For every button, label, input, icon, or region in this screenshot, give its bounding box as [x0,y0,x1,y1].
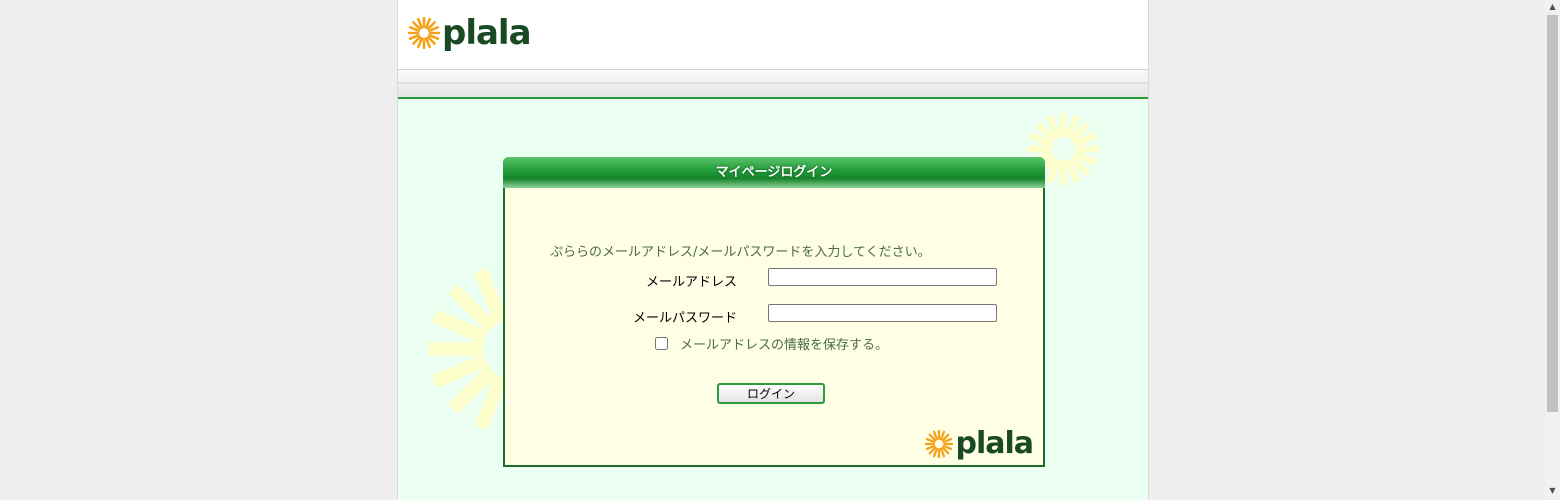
plala-logo[interactable]: plala [408,13,532,53]
login-panel: マイページログイン ぷららのメールアドレス/メールパスワードを入力してください。… [503,157,1045,467]
password-label: メールパスワード [632,311,737,326]
login-button[interactable]: ログイン [717,383,825,404]
nav-divider [398,82,1148,85]
vertical-scrollbar[interactable]: ▲ ▼ [1545,0,1560,498]
scroll-down-icon[interactable]: ▼ [1545,484,1560,498]
sunburst-logo-icon [925,430,954,458]
password-field[interactable] [768,304,997,322]
remember-row: メールアドレスの情報を保存する。 [655,334,888,353]
remember-checkbox[interactable] [655,337,668,350]
login-instruction: ぷららのメールアドレス/メールパスワードを入力してください。 [550,245,931,260]
scroll-thumb[interactable] [1547,15,1558,412]
footer-logo-text: plala [955,426,1034,461]
footer-logo: plala [925,426,1034,461]
login-title: マイページログイン [503,157,1045,188]
sunburst-logo-icon [408,17,440,49]
remember-label[interactable]: メールアドレスの情報を保存する。 [680,334,888,353]
email-label: メールアドレス [645,275,737,290]
logo-text: plala [442,13,532,53]
nav-bar [398,70,1148,97]
email-field[interactable] [768,268,997,286]
main-content: マイページログイン ぷららのメールアドレス/メールパスワードを入力してください。… [398,97,1148,500]
site-header: plala [398,0,1148,70]
scroll-up-icon[interactable]: ▲ [1545,0,1560,14]
page-container: plala マイページログイン ぷららのメールアドレス/メールパスワードを入力し… [397,0,1149,500]
